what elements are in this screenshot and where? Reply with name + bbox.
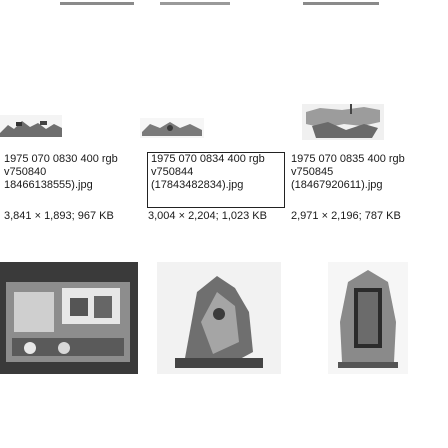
file-caption-selected[interactable]: 1975 070 0834 400 rgb v750844 (178434828…: [147, 152, 285, 208]
file-name-line: 1975 070 0834 400 rgb: [151, 153, 265, 165]
thumbnail-bottom-3[interactable]: [328, 262, 408, 374]
file-name-line: 18466138555).jpg: [4, 179, 93, 191]
thumbnail-top-2[interactable]: [160, 0, 234, 10]
file-name-line: 1975 070 0835 400 rgb: [291, 153, 405, 165]
file-caption[interactable]: 1975 070 0835 400 rgb v750845 (184679206…: [291, 153, 448, 207]
file-caption[interactable]: 1975 070 0830 400 rgb v750840 1846613855…: [4, 153, 142, 207]
file-name-line: (17843482834).jpg: [151, 179, 244, 191]
thumbnail-item-2[interactable]: [140, 118, 204, 138]
file-dimensions: 3,841 × 1,893; 967 KB: [4, 210, 114, 222]
thumbnail-top-1[interactable]: [60, 0, 134, 10]
file-name-line: v750840: [4, 166, 47, 178]
thumbnail-item-1[interactable]: [0, 115, 62, 137]
file-dimensions: 2,971 × 2,196; 787 KB: [291, 210, 401, 222]
file-dimensions: 3,004 × 2,204; 1,023 KB: [148, 210, 267, 222]
thumbnail-top-3[interactable]: [303, 0, 381, 10]
file-name-line: v750844: [151, 166, 194, 178]
file-name-line: v750845: [291, 166, 334, 178]
thumbnail-bottom-2[interactable]: [157, 262, 281, 374]
file-name-line: 1975 070 0830 400 rgb: [4, 153, 118, 165]
thumbnail-item-3[interactable]: [302, 104, 384, 140]
file-name-line: (18467920611).jpg: [291, 179, 383, 191]
thumbnail-bottom-1[interactable]: [0, 262, 138, 374]
